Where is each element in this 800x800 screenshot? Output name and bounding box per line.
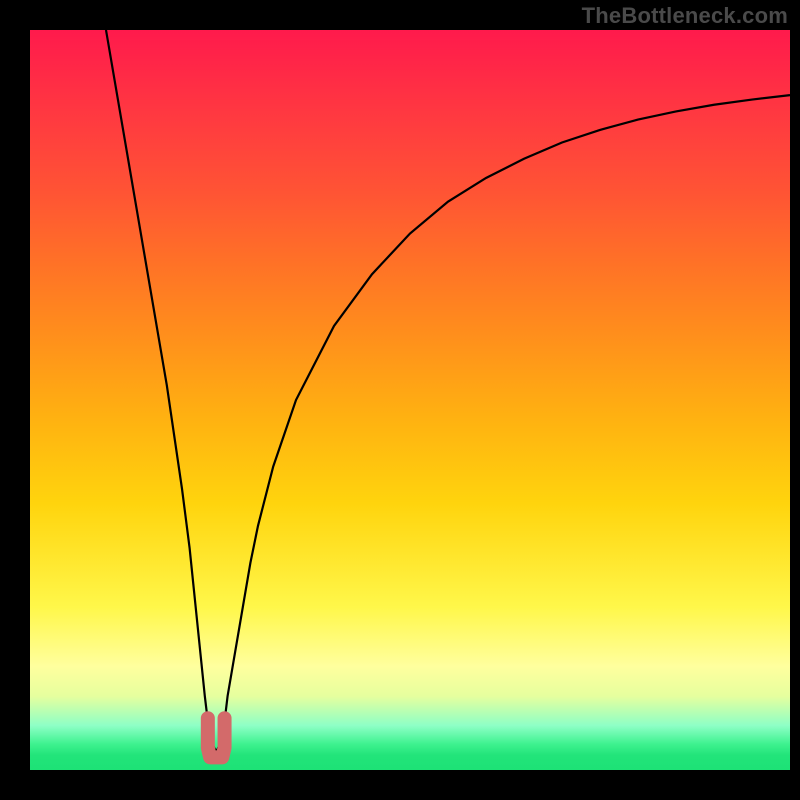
chart-svg (30, 30, 790, 770)
chart-frame: TheBottleneck.com (0, 0, 800, 800)
plot-area (30, 30, 790, 770)
watermark-text: TheBottleneck.com (582, 3, 788, 29)
bottleneck-curve (106, 30, 790, 752)
notch-highlight (208, 718, 225, 757)
